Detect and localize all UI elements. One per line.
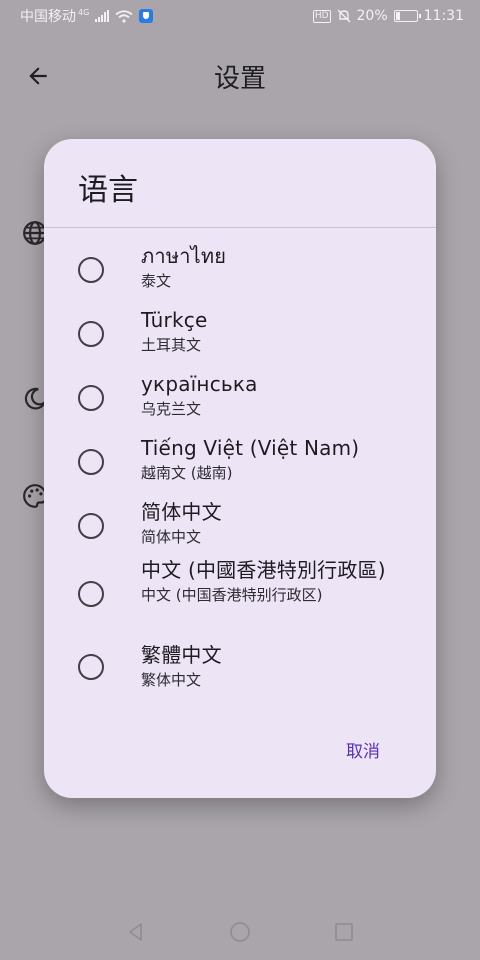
option-secondary-label: 乌克兰文 [141,400,202,418]
battery-icon [393,10,421,22]
wifi-icon [115,9,133,23]
option-secondary-label: 简体中文 [141,528,202,546]
option-primary-label: 繁體中文 [141,643,222,667]
radio-button[interactable] [78,385,104,411]
language-option-traditional-chinese[interactable]: 繁體中文 繁体中文 [44,642,436,698]
cancel-button[interactable]: 取消 [346,737,380,762]
option-primary-label: українська [141,372,258,396]
status-right: HD 20% 11:31 [312,8,464,24]
language-dialog: 语言 ภาษาไทย 泰文 Türkçe 土耳其文 українська 乌克兰… [44,139,436,798]
nav-home-icon[interactable] [228,920,252,944]
radio-button[interactable] [78,257,104,283]
hd-badge: HD [312,9,331,23]
language-option-turkish[interactable]: Türkçe 土耳其文 [44,307,436,363]
radio-button[interactable] [78,654,104,680]
radio-button[interactable] [78,513,104,539]
clock: 11:31 [423,8,464,24]
system-nav-bar [0,904,480,960]
dialog-divider [44,227,436,228]
language-option-vietnamese[interactable]: Tiếng Việt (Việt Nam) 越南文 (越南) [44,435,436,491]
option-secondary-label: 越南文 (越南) [141,464,233,482]
carrier-label: 中国移动 [20,9,76,25]
option-secondary-label: 中文 (中国香港特别行政区) [141,586,323,604]
option-secondary-label: 土耳其文 [141,336,202,354]
nav-recents-icon[interactable] [332,920,356,944]
dialog-title: 语言 [78,173,138,208]
language-option-thai[interactable]: ภาษาไทย 泰文 [44,243,436,299]
battery-level [395,12,401,20]
option-secondary-label: 泰文 [141,272,172,290]
option-primary-label: 中文 (中國香港特別行政區) [141,558,386,582]
language-option-ukrainian[interactable]: українська 乌克兰文 [44,371,436,427]
status-left: 中国移动 4G [20,6,154,26]
option-secondary-label: 繁体中文 [141,671,202,689]
page-title: 设置 [213,64,266,94]
signal-icon [95,10,110,22]
language-option-chinese-hk[interactable]: 中文 (中國香港特別行政區) 中文 (中国香港特别行政区) [44,557,436,639]
radio-button[interactable] [78,321,104,347]
option-primary-label: Tiếng Việt (Việt Nam) [141,436,360,460]
status-bar: 中国移动 4G HD 20% 11:31 [0,0,480,32]
mute-bell-icon [337,9,351,23]
language-option-simplified-chinese[interactable]: 简体中文 简体中文 [44,499,436,555]
battery-percent: 20% [356,8,388,24]
radio-button[interactable] [78,581,104,607]
option-primary-label: 简体中文 [141,500,222,524]
nav-back-icon[interactable] [124,920,148,944]
radio-button[interactable] [78,449,104,475]
option-primary-label: ภาษาไทย [141,244,227,268]
network-type: 4G [78,7,90,17]
option-primary-label: Türkçe [141,308,208,332]
security-app-icon [139,9,154,23]
app-bar: 设置 [0,44,480,108]
